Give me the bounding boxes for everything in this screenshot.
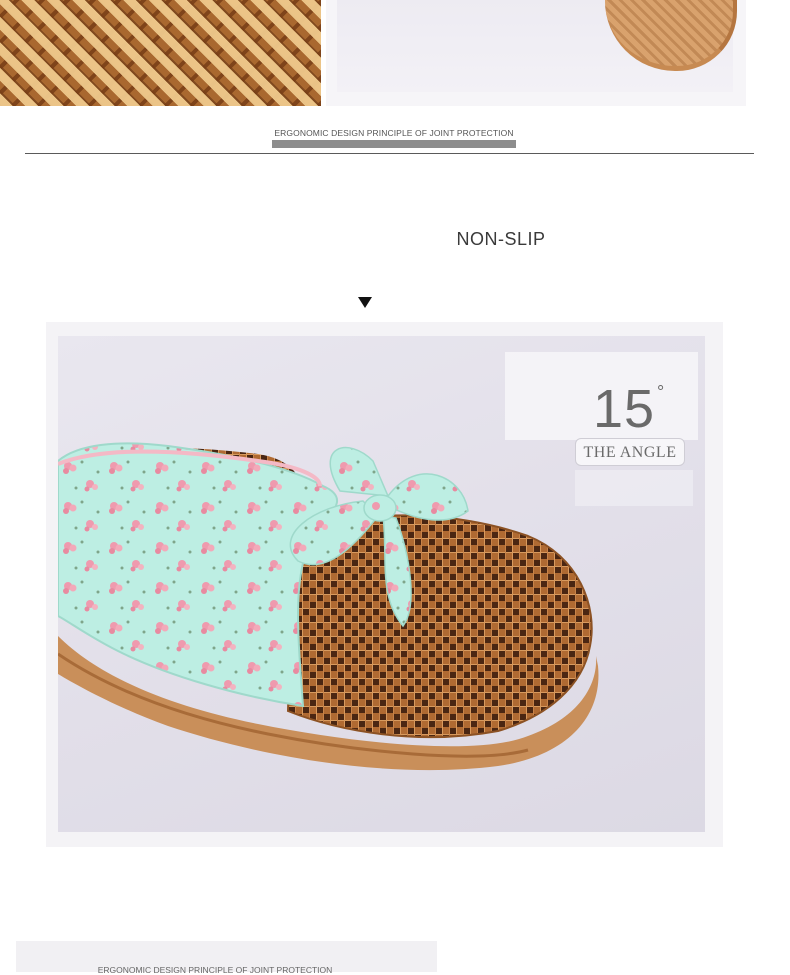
down-arrow-icon [358,297,372,308]
section-divider [25,153,754,154]
angle-label: THE ANGLE [575,438,685,466]
degree-symbol: ° [657,382,665,402]
caption-underline-bar [272,140,516,148]
ergonomic-caption: ERGONOMIC DESIGN PRINCIPLE OF JOINT PROT… [274,128,514,138]
bottom-ergonomic-caption: ERGONOMIC DESIGN PRINCIPLE OF JOINT PROT… [97,965,333,975]
angle-label-shadow [575,470,693,506]
rattan-weave-closeup-image [0,0,321,106]
angle-value: 15 [593,379,656,439]
feature-title: NON-SLIP [456,229,546,249]
